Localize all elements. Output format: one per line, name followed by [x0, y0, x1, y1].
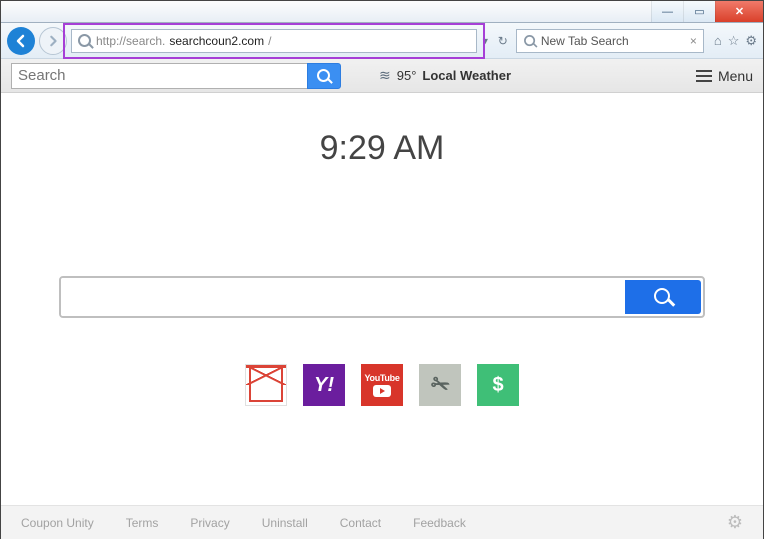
youtube-label: YouTube [364, 374, 399, 383]
main-search [59, 276, 705, 318]
weather-label: Local Weather [422, 68, 511, 83]
search-icon [78, 34, 92, 48]
weather-widget[interactable]: ≋ 95° Local Weather [379, 67, 511, 84]
arrow-left-icon [14, 34, 28, 48]
hamburger-icon [696, 70, 712, 82]
dropdown-icon[interactable]: ▼ [481, 36, 490, 46]
back-button[interactable] [7, 27, 35, 55]
footer-link[interactable]: Feedback [413, 516, 466, 530]
clock-display: 9:29 AM [31, 129, 733, 168]
toolbar-search-button[interactable] [307, 63, 341, 89]
footer-link[interactable]: Privacy [190, 516, 229, 530]
footer-link[interactable]: Uninstall [262, 516, 308, 530]
toolbar-search [11, 63, 341, 89]
home-icon[interactable]: ⌂ [714, 33, 722, 49]
menu-label: Menu [718, 68, 753, 84]
main-content: 9:29 AM Y! YouTube ✂ $ [1, 93, 763, 505]
scissors-icon: ✂ [427, 370, 453, 401]
gmail-icon [246, 365, 286, 405]
dollar-icon: $ [492, 374, 503, 397]
window-titlebar: — ▭ ✕ [1, 1, 763, 23]
url-text-domain: searchcoun2.com [169, 34, 264, 48]
toolbar-search-input[interactable] [11, 63, 307, 89]
tile-gmail[interactable] [245, 364, 287, 406]
forward-button[interactable] [39, 27, 67, 55]
page-toolbar: ≋ 95° Local Weather Menu [1, 59, 763, 93]
tile-money[interactable]: $ [477, 364, 519, 406]
browser-nav-bar: http://search. searchcoun2.com / ▼ ↻ New T… [1, 23, 763, 59]
tile-youtube[interactable]: YouTube [361, 364, 403, 406]
refresh-button[interactable]: ↻ [498, 34, 508, 48]
menu-button[interactable]: Menu [696, 68, 753, 84]
window-maximize-button[interactable]: ▭ [683, 1, 715, 22]
window-close-button[interactable]: ✕ [715, 1, 763, 22]
footer-link[interactable]: Contact [340, 516, 381, 530]
tile-yahoo[interactable]: Y! [303, 364, 345, 406]
search-icon [654, 288, 672, 306]
main-search-button[interactable] [625, 280, 701, 314]
search-icon [524, 35, 536, 47]
tab-title: New Tab Search [541, 34, 629, 48]
favorites-icon[interactable]: ☆ [728, 33, 740, 49]
browser-tab[interactable]: New Tab Search × [516, 29, 704, 53]
main-search-input[interactable] [61, 278, 623, 316]
footer-link[interactable]: Terms [126, 516, 159, 530]
url-text-prefix: http://search. [96, 34, 165, 48]
arrow-right-icon [47, 35, 59, 47]
youtube-icon [373, 385, 391, 397]
window-minimize-button[interactable]: — [651, 1, 683, 22]
yahoo-icon: Y! [314, 374, 334, 397]
address-bar-icons: ▼ ↻ [481, 34, 508, 48]
weather-temp: 95° [397, 68, 417, 83]
address-bar[interactable]: http://search. searchcoun2.com / [71, 29, 477, 53]
tile-coupons[interactable]: ✂ [419, 364, 461, 406]
weather-icon: ≋ [379, 67, 391, 84]
footer-link[interactable]: Coupon Unity [21, 516, 94, 530]
search-icon [317, 69, 331, 83]
tab-close-button[interactable]: × [690, 34, 697, 48]
tools-icon[interactable]: ⚙ [745, 33, 757, 49]
footer: Coupon Unity Terms Privacy Uninstall Con… [1, 505, 763, 539]
url-text-suffix: / [268, 34, 271, 48]
quick-links: Y! YouTube ✂ $ [31, 364, 733, 406]
settings-gear-icon[interactable]: ⚙ [727, 512, 743, 533]
